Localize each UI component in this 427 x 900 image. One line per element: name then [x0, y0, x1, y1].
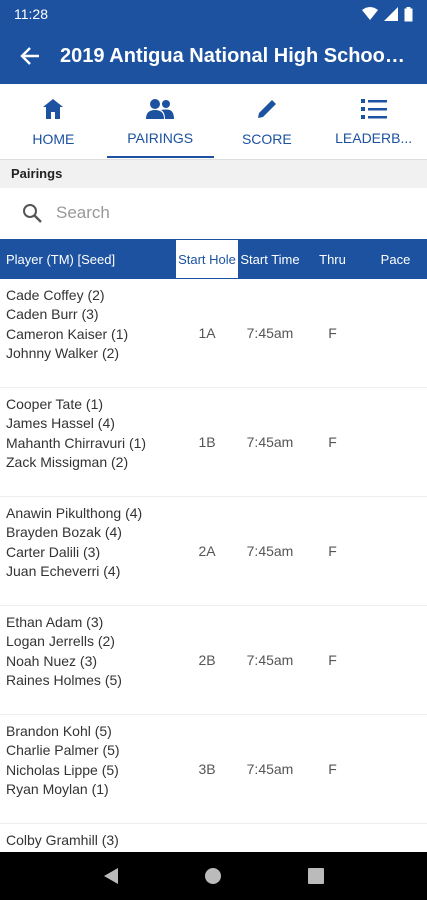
thru-cell: F — [328, 652, 337, 668]
page-title: 2019 Antigua National High School... — [60, 44, 405, 67]
table-row[interactable]: Ethan Adam (3) Logan Jerrells (2) Noah Nue… — [0, 606, 427, 715]
signal-icon — [384, 7, 398, 21]
player-name: Raines Holmes (5) — [6, 671, 122, 688]
player-name: Caden Burr (3) — [6, 306, 99, 323]
list-icon — [360, 98, 387, 119]
pace-cell — [364, 606, 427, 714]
search-bar — [0, 188, 427, 238]
tab-label: SCORE — [241, 130, 292, 147]
thru-cell: F — [328, 325, 337, 341]
table-row[interactable]: Brandon Kohl (5) Charlie Palmer (5) Nichol… — [0, 715, 427, 824]
status-icons — [362, 6, 413, 22]
column-header-player[interactable]: Player (TM) [Seed] — [0, 239, 175, 279]
start-time-cell: 7:45am — [246, 761, 294, 777]
player-name: James Hassel (4) — [6, 415, 115, 432]
search-input[interactable] — [56, 203, 386, 223]
table-row[interactable]: Colby Gramhill (3) — [0, 824, 427, 852]
start-hole-cell: 1A — [198, 325, 216, 341]
tab-label: LEADERB... — [335, 129, 413, 146]
section-title: Pairings — [0, 160, 427, 188]
nav-recents-button[interactable] — [296, 856, 336, 896]
wifi-icon — [362, 7, 378, 20]
player-name: Anawin Pikulthong (4) — [6, 505, 143, 521]
battery-icon — [404, 6, 413, 21]
system-nav-bar — [0, 852, 427, 900]
player-name: Brayden Bozak (4) — [6, 524, 122, 541]
pace-cell — [364, 497, 427, 605]
player-name: Cade Coffey (2) — [6, 287, 105, 303]
player-name: Zack Missigman (2) — [6, 453, 129, 470]
player-name: Logan Jerrells (2) — [6, 633, 115, 650]
status-time: 11:28 — [14, 6, 48, 22]
app-bar: 2019 Antigua National High School... — [0, 28, 427, 84]
recents-square-icon — [307, 868, 324, 884]
players-cell: Anawin Pikulthong (4) Brayden Bozak (4) Ca… — [0, 497, 175, 605]
player-name: Juan Echeverri (4) — [6, 562, 121, 579]
home-icon — [43, 98, 64, 119]
start-hole-cell: 1B — [198, 434, 216, 450]
tab-home[interactable]: HOME — [0, 84, 107, 159]
tab-label: HOME — [32, 130, 75, 147]
thru-cell: F — [328, 434, 337, 450]
pace-cell — [364, 388, 427, 496]
thru-cell — [301, 824, 364, 852]
players-cell: Brandon Kohl (5) Charlie Palmer (5) Nichol… — [0, 715, 175, 823]
tab-bar: HOME PAIRINGS SCORE LEADERB... — [0, 84, 427, 160]
player-name: Johnny Walker (2) — [6, 344, 120, 361]
tab-pairings[interactable]: PAIRINGS — [106, 84, 214, 159]
player-name: Cooper Tate (1) — [6, 396, 104, 412]
players-cell: Cooper Tate (1) James Hassel (4) Mahanth C… — [0, 388, 175, 496]
start-time-cell — [239, 824, 301, 852]
players-cell: Colby Gramhill (3) — [0, 824, 175, 852]
player-name: Ethan Adam (3) — [6, 614, 104, 630]
tab-score[interactable]: SCORE — [214, 84, 321, 159]
column-header-pace[interactable]: Pace — [364, 239, 427, 279]
status-bar: 11:28 — [0, 0, 427, 28]
player-name: Noah Nuez (3) — [6, 652, 98, 669]
player-name: Ryan Moylan (1) — [6, 780, 109, 797]
nav-back-button[interactable] — [91, 856, 131, 896]
thru-cell: F — [328, 761, 337, 777]
table-row[interactable]: Cooper Tate (1) James Hassel (4) Mahanth C… — [0, 388, 427, 497]
start-time-cell: 7:45am — [246, 434, 294, 450]
player-name: Cameron Kaiser (1) — [6, 325, 129, 342]
table-header: Player (TM) [Seed] Start Hole Start Time… — [0, 239, 427, 279]
start-time-cell: 7:45am — [246, 325, 294, 341]
player-name: Carter Dalili (3) — [6, 543, 101, 560]
player-name: Charlie Palmer (5) — [6, 742, 120, 759]
player-name: Brandon Kohl (5) — [6, 723, 112, 739]
start-hole-cell — [175, 824, 239, 852]
search-icon — [23, 204, 42, 223]
start-hole-cell: 3B — [198, 761, 216, 777]
back-button[interactable] — [0, 28, 60, 84]
players-cell: Cade Coffey (2) Caden Burr (3) Cameron Kai… — [0, 279, 175, 387]
pencil-icon — [257, 99, 276, 118]
pairings-list: Cade Coffey (2) Caden Burr (3) Cameron Kai… — [0, 279, 427, 852]
people-icon — [146, 98, 175, 119]
arrow-left-icon — [20, 47, 39, 65]
table-row[interactable]: Anawin Pikulthong (4) Brayden Bozak (4) Ca… — [0, 497, 427, 606]
column-header-start-time[interactable]: Start Time — [239, 239, 301, 279]
pace-cell — [364, 715, 427, 823]
tab-leaderboard[interactable]: LEADERB... — [320, 84, 427, 159]
player-name: Colby Gramhill (3) — [6, 832, 119, 848]
tab-label: PAIRINGS — [127, 129, 194, 146]
column-header-thru[interactable]: Thru — [301, 239, 364, 279]
back-triangle-icon — [104, 868, 119, 884]
pace-cell — [364, 824, 427, 852]
player-name: Mahanth Chirravuri (1) — [6, 434, 147, 451]
table-row[interactable]: Cade Coffey (2) Caden Burr (3) Cameron Kai… — [0, 279, 427, 388]
pace-cell — [364, 279, 427, 387]
start-hole-cell: 2B — [198, 652, 216, 668]
start-time-cell: 7:45am — [246, 543, 294, 559]
column-header-start-hole[interactable]: Start Hole — [175, 239, 239, 279]
players-cell: Ethan Adam (3) Logan Jerrells (2) Noah Nue… — [0, 606, 175, 714]
start-time-cell: 7:45am — [246, 652, 294, 668]
thru-cell: F — [328, 543, 337, 559]
player-name: Nicholas Lippe (5) — [6, 761, 119, 778]
nav-home-button[interactable] — [193, 856, 233, 896]
start-hole-cell: 2A — [198, 543, 216, 559]
home-circle-icon — [205, 868, 222, 884]
